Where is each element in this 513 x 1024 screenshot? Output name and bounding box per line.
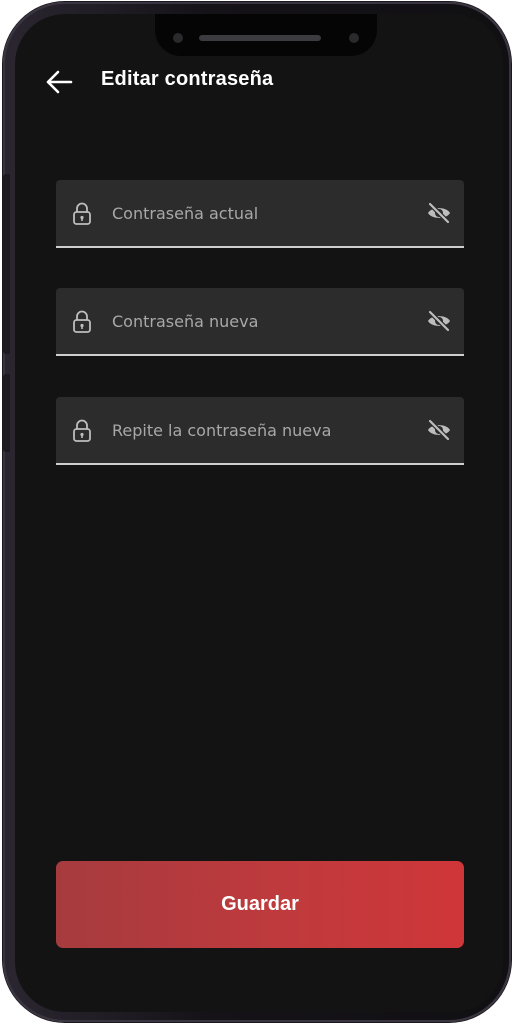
proximity-sensor xyxy=(349,33,359,43)
app-screen: Editar contraseña Guardar xyxy=(15,14,503,1012)
repeat-password-input[interactable] xyxy=(112,397,408,463)
notch xyxy=(155,14,377,56)
phone-frame: Editar contraseña Guardar xyxy=(3,2,511,1022)
eye-off-icon[interactable] xyxy=(426,418,452,442)
new-password-field[interactable] xyxy=(56,288,464,356)
earpiece-speaker xyxy=(199,35,321,41)
current-password-field[interactable] xyxy=(56,180,464,248)
volume-button xyxy=(3,174,10,354)
front-camera xyxy=(173,33,183,43)
eye-off-icon[interactable] xyxy=(426,201,452,225)
eye-off-icon[interactable] xyxy=(426,309,452,333)
app-header: Editar contraseña xyxy=(15,62,503,102)
current-password-input[interactable] xyxy=(112,180,408,246)
lock-icon xyxy=(73,419,91,442)
arrow-left-icon xyxy=(46,70,73,94)
new-password-input[interactable] xyxy=(112,288,408,354)
power-button xyxy=(3,374,10,452)
repeat-password-field[interactable] xyxy=(56,397,464,465)
back-button[interactable] xyxy=(43,66,75,98)
page-title: Editar contraseña xyxy=(101,68,274,90)
save-button[interactable]: Guardar xyxy=(56,861,464,948)
lock-icon xyxy=(73,310,91,333)
lock-icon xyxy=(73,202,91,225)
